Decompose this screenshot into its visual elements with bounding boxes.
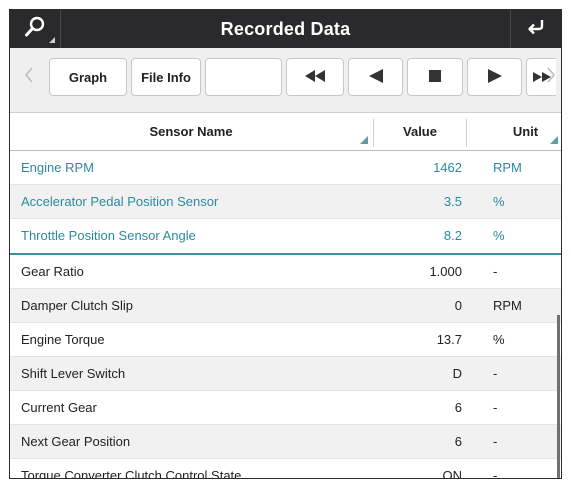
sensor-name: Engine RPM <box>21 160 94 175</box>
sensor-name: Engine Torque <box>21 332 105 347</box>
page-title: Recorded Data <box>220 18 351 39</box>
rewind-button[interactable] <box>286 58 344 96</box>
sensor-unit: % <box>493 228 505 243</box>
sensor-unit: - <box>493 468 498 479</box>
sensor-name: Throttle Position Sensor Angle <box>21 228 196 243</box>
sensor-name: Torque Converter Clutch Control State <box>21 468 242 479</box>
toolbar: Graph File Info <box>10 48 561 113</box>
sensor-unit: - <box>493 264 498 279</box>
sensor-value: 6 <box>454 434 462 449</box>
corner-indicator <box>49 37 55 43</box>
resize-handle[interactable] <box>550 136 558 144</box>
column-header-label: Unit <box>512 124 539 139</box>
table-row[interactable]: Gear Ratio 1.000 - <box>10 255 561 289</box>
sensor-name: Next Gear Position <box>21 434 131 449</box>
sensor-table: Engine RPM 1462 RPM Accelerator Pedal Po… <box>10 151 561 479</box>
sensor-value: D <box>452 366 462 381</box>
sensor-value: 8.2 <box>443 228 462 243</box>
table-row[interactable]: Throttle Position Sensor Angle 8.2 % <box>10 219 561 253</box>
sensor-unit: - <box>493 366 498 381</box>
sensor-unit: % <box>493 194 505 209</box>
sensor-name: Gear Ratio <box>21 264 84 279</box>
table-row[interactable]: Current Gear 6 - <box>10 391 561 425</box>
scroll-right-button[interactable] <box>540 58 561 96</box>
recorded-data-window: Recorded Data Graph File Info Sensor Nam… <box>9 9 562 479</box>
table-row[interactable]: Damper Clutch Slip 0 RPM <box>10 289 561 323</box>
table-row[interactable]: Engine Torque 13.7 % <box>10 323 561 357</box>
column-header-value[interactable]: Value <box>374 113 466 150</box>
sensor-value: 13.7 <box>436 332 462 347</box>
sensor-value: 6 <box>454 400 462 415</box>
sensor-name: Current Gear <box>21 400 97 415</box>
sensor-value: 1462 <box>433 160 462 175</box>
scroll-left-button[interactable] <box>18 58 40 96</box>
column-header-label: Sensor Name <box>149 124 233 139</box>
step-back-button[interactable] <box>348 58 403 96</box>
title-bar: Recorded Data <box>10 10 561 48</box>
sensor-value: ON <box>442 468 463 479</box>
sensor-name: Damper Clutch Slip <box>21 298 133 313</box>
chevron-right-icon <box>546 66 556 88</box>
table-row[interactable]: Engine RPM 1462 RPM <box>10 151 561 185</box>
step-back-icon <box>368 68 383 86</box>
stop-icon <box>429 69 441 85</box>
table-row[interactable]: Shift Lever Switch D - <box>10 357 561 391</box>
back-button[interactable] <box>510 10 561 48</box>
rewind-icon <box>305 69 325 85</box>
search-icon <box>24 16 46 43</box>
vertical-scrollbar[interactable] <box>557 315 560 478</box>
sensor-unit: RPM <box>493 160 522 175</box>
resize-handle[interactable] <box>360 136 368 144</box>
sensor-unit: RPM <box>493 298 522 313</box>
stop-button[interactable] <box>407 58 463 96</box>
column-header-sensor-name[interactable]: Sensor Name <box>10 113 372 150</box>
sensor-name: Accelerator Pedal Position Sensor <box>21 194 219 209</box>
sensor-value: 1.000 <box>429 264 462 279</box>
column-header-unit[interactable]: Unit <box>467 113 561 150</box>
table-row[interactable]: Torque Converter Clutch Control State ON… <box>10 459 561 479</box>
file-info-button[interactable]: File Info <box>131 58 201 96</box>
sensor-unit: - <box>493 400 498 415</box>
blank-button[interactable] <box>205 58 282 96</box>
sensor-unit: - <box>493 434 498 449</box>
sensor-value: 0 <box>454 298 462 313</box>
play-icon <box>487 68 502 86</box>
back-icon <box>527 19 545 40</box>
table-row[interactable]: Accelerator Pedal Position Sensor 3.5 % <box>10 185 561 219</box>
chevron-left-icon <box>24 66 34 88</box>
sensor-unit: % <box>493 332 505 347</box>
sensor-name: Shift Lever Switch <box>21 366 126 381</box>
search-button[interactable] <box>10 10 61 48</box>
column-header-label: Value <box>403 124 437 139</box>
table-row[interactable]: Next Gear Position 6 - <box>10 425 561 459</box>
graph-button[interactable]: Graph <box>49 58 127 96</box>
sensor-value: 3.5 <box>443 194 462 209</box>
play-button[interactable] <box>467 58 522 96</box>
table-header: Sensor Name Value Unit <box>10 113 561 151</box>
